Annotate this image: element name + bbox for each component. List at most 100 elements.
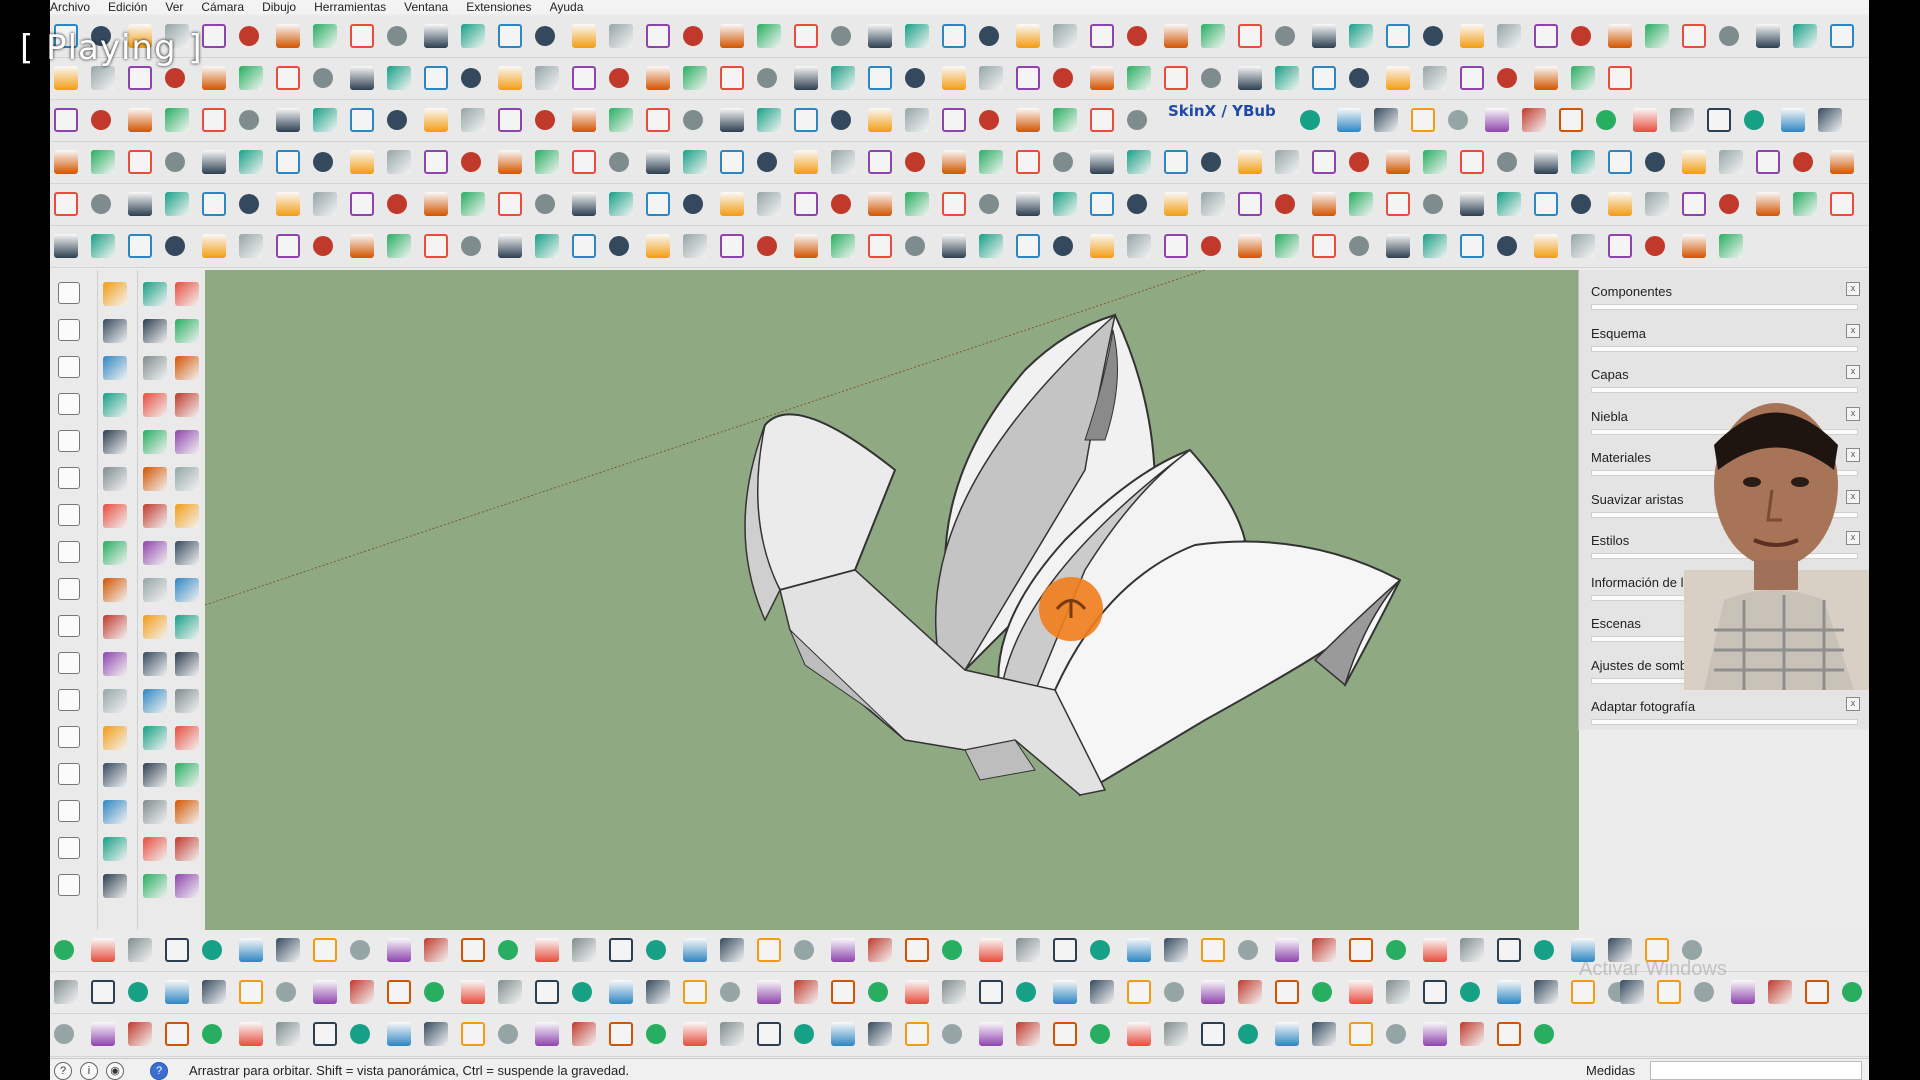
left-tool-icon[interactable] [103,578,127,602]
toolbar-tool-icon[interactable] [239,194,259,214]
left-tool-icon[interactable] [58,541,80,563]
toolbar-tool-icon[interactable] [794,234,818,258]
toolbar-tool-icon[interactable] [1090,150,1114,174]
left-tool-icon[interactable] [143,319,167,343]
menu-ventana[interactable]: Ventana [404,0,448,14]
toolbar-tool-icon[interactable] [535,150,559,174]
toolbar-tool-icon[interactable] [646,66,670,90]
toolbar-tool-icon[interactable] [1805,980,1829,1004]
toolbar-tool-icon[interactable] [1090,234,1114,258]
toolbar-tool-icon[interactable] [276,66,300,90]
toolbar-tool-icon[interactable] [1349,152,1369,172]
toolbar-tool-icon[interactable] [683,1022,707,1046]
toolbar-tool-icon[interactable] [757,236,777,256]
toolbar-tool-icon[interactable] [1460,938,1484,962]
toolbar-tool-icon[interactable] [942,66,966,90]
left-tool-icon[interactable] [175,541,199,565]
toolbar-tool-icon[interactable] [1016,66,1040,90]
menu-archivo[interactable]: Archivo [50,0,90,14]
toolbar-tool-icon[interactable] [572,24,596,48]
toolbar-tool-icon[interactable] [646,1024,666,1044]
toolbar-tool-icon[interactable] [91,1022,115,1046]
toolbar-tool-icon[interactable] [1312,234,1336,258]
toolbar-tool-icon[interactable] [868,938,892,962]
left-tool-icon[interactable] [143,282,167,306]
toolbar-tool-icon[interactable] [1682,940,1702,960]
toolbar-tool-icon[interactable] [1571,234,1595,258]
toolbar-tool-icon[interactable] [1386,24,1410,48]
toolbar-tool-icon[interactable] [1571,26,1591,46]
toolbar-tool-icon[interactable] [794,980,818,1004]
menu-herramientas[interactable]: Herramientas [314,0,386,14]
toolbar-tool-icon[interactable] [683,110,703,130]
left-tool-icon[interactable] [103,430,127,454]
toolbar-tool-icon[interactable] [1275,980,1299,1004]
toolbar-tool-icon[interactable] [646,940,666,960]
toolbar-tool-icon[interactable] [1016,234,1040,258]
toolbar-tool-icon[interactable] [54,192,78,216]
toolbar-tool-icon[interactable] [535,234,559,258]
toolbar-tool-icon[interactable] [979,194,999,214]
toolbar-tool-icon[interactable] [1534,24,1558,48]
toolbar-tool-icon[interactable] [831,110,851,130]
toolbar-tool-icon[interactable] [1016,982,1036,1002]
left-tool-icon[interactable] [143,726,167,750]
toolbar-tool-icon[interactable] [942,24,966,48]
toolbar-tool-icon[interactable] [350,234,374,258]
toolbar-tool-icon[interactable] [1201,236,1221,256]
left-tool-icon[interactable] [143,874,167,898]
toolbar-tool-icon[interactable] [1423,26,1443,46]
left-tool-icon[interactable] [58,615,80,637]
left-tool-icon[interactable] [58,578,80,600]
geolocation-icon[interactable]: ? [54,1062,72,1080]
toolbar-tool-icon[interactable] [905,108,929,132]
toolbar-tool-icon[interactable] [1238,980,1262,1004]
toolbar-tool-icon[interactable] [868,1022,892,1046]
toolbar-tool-icon[interactable] [905,192,929,216]
toolbar-tool-icon[interactable] [202,234,226,258]
toolbar-tool-icon[interactable] [424,24,448,48]
left-tool-icon[interactable] [175,689,199,713]
toolbar-tool-icon[interactable] [461,236,481,256]
toolbar-tool-icon[interactable] [424,1022,448,1046]
toolbar-tool-icon[interactable] [387,26,407,46]
toolbar-tool-icon[interactable] [646,234,670,258]
toolbar-tool-icon[interactable] [1768,980,1792,1004]
toolbar-tool-icon[interactable] [1337,108,1361,132]
toolbar-tool-icon[interactable] [1312,192,1336,216]
toolbar-tool-icon[interactable] [1608,66,1632,90]
toolbar-tool-icon[interactable] [1164,24,1188,48]
left-tool-icon[interactable] [175,652,199,676]
toolbar-tool-icon[interactable] [1127,110,1147,130]
toolbar-tool-icon[interactable] [1485,108,1509,132]
left-tool-icon[interactable] [58,689,80,711]
left-tool-icon[interactable] [175,504,199,528]
toolbar-tool-icon[interactable] [239,66,263,90]
toolbar-tool-icon[interactable] [868,108,892,132]
toolbar-tool-icon[interactable] [498,1024,518,1044]
toolbar-tool-icon[interactable] [498,234,522,258]
toolbar-tool-icon[interactable] [424,108,448,132]
toolbar-tool-icon[interactable] [1201,68,1221,88]
toolbar-tool-icon[interactable] [979,110,999,130]
toolbar-tool-icon[interactable] [1201,938,1225,962]
toolbar-tool-icon[interactable] [535,1022,559,1046]
toolbar-tool-icon[interactable] [535,194,555,214]
toolbar-tool-icon[interactable] [313,68,333,88]
left-tool-icon[interactable] [143,689,167,713]
toolbar-tool-icon[interactable] [1645,236,1665,256]
left-tool-icon[interactable] [175,874,199,898]
toolbar-tool-icon[interactable] [1312,24,1336,48]
menu-dibujo[interactable]: Dibujo [262,0,296,14]
toolbar-tool-icon[interactable] [1201,1022,1225,1046]
toolbar-tool-icon[interactable] [979,980,1003,1004]
toolbar-tool-icon[interactable] [1386,192,1410,216]
left-tool-icon[interactable] [58,319,80,341]
toolbar-tool-icon[interactable] [1275,66,1299,90]
toolbar-tool-icon[interactable] [313,236,333,256]
toolbar-tool-icon[interactable] [1201,152,1221,172]
left-tool-icon[interactable] [143,541,167,565]
toolbar-tool-icon[interactable] [202,980,226,1004]
toolbar-tool-icon[interactable] [572,938,596,962]
toolbar-tool-icon[interactable] [128,982,148,1002]
